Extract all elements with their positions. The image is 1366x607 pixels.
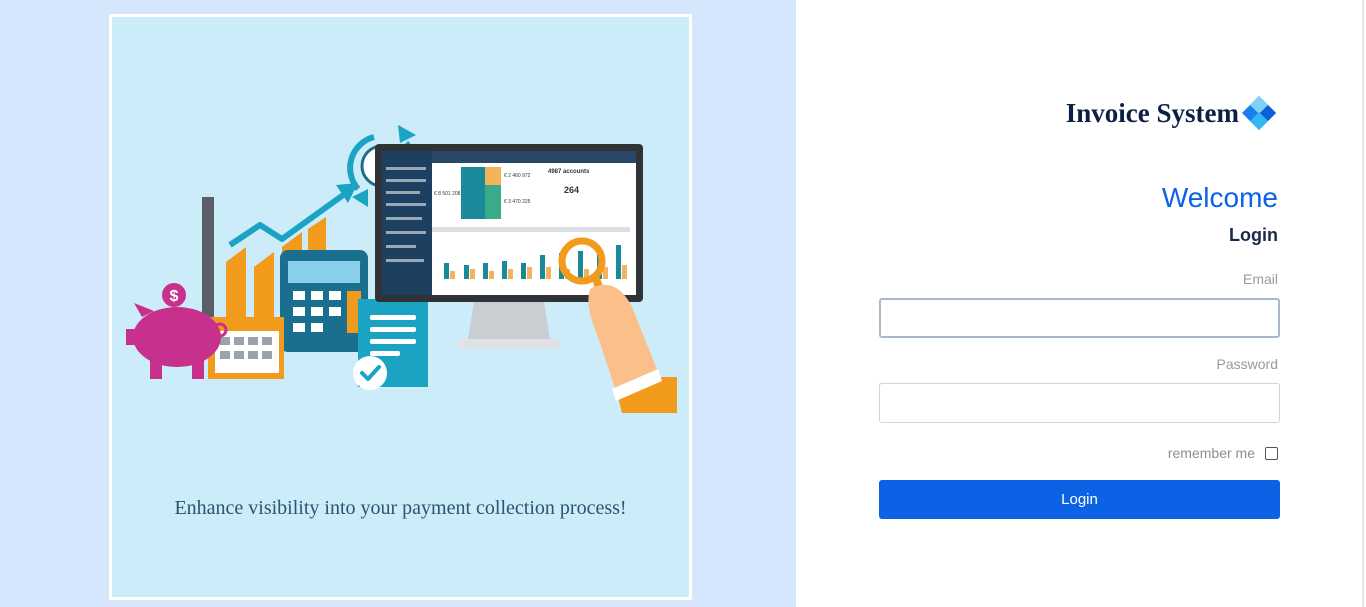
svg-text:264: 264 [564,185,579,195]
email-field[interactable] [879,298,1280,338]
password-field[interactable] [879,383,1280,423]
svg-text:$: $ [170,288,179,305]
password-label: Password [1216,356,1278,372]
remember-me-checkbox[interactable] [1265,446,1278,460]
svg-text:€ 2 460 972: € 2 460 972 [504,173,531,179]
illustration-card: $ $ [109,14,692,600]
svg-text:€ 8 501 208: € 8 501 208 [434,191,461,197]
diamond-logo-icon [1242,96,1276,130]
brand-name: Invoice System [1065,97,1239,128]
login-heading: Login [1229,225,1278,245]
tagline: Enhance visibility into your payment col… [174,497,627,519]
remember-me-row: remember me [1168,445,1278,461]
welcome-title: Welcome [1161,182,1278,213]
finance-illustration: $ $ [126,125,677,413]
svg-text:€ 3 470 225: € 3 470 225 [504,199,531,205]
login-button[interactable]: Login [879,480,1280,519]
scrollbar[interactable] [1362,0,1364,607]
login-panel: Invoice System Welcome Login Email Passw… [796,0,1364,607]
illustration-panel: $ $ [0,0,796,607]
remember-me-label: remember me [1167,445,1255,461]
email-label: Email [1242,271,1278,287]
svg-text:4987 accounts: 4987 accounts [548,169,590,175]
brand: Invoice System [1066,94,1278,132]
